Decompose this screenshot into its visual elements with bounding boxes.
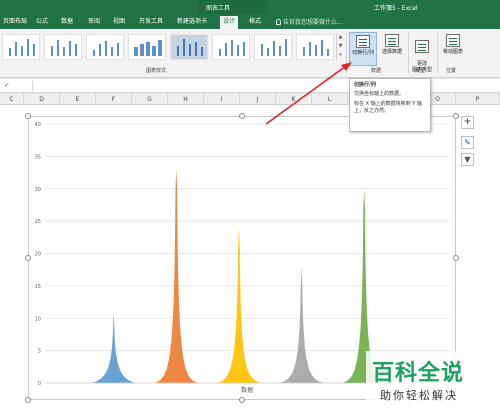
chart-style-thumb[interactable] — [128, 34, 166, 60]
column-header[interactable]: P — [456, 94, 500, 105]
watermark: 百科全说 助你轻松解决 — [366, 351, 496, 411]
tab-developer[interactable]: 开发工具 — [136, 16, 166, 28]
area-series-1[interactable] — [89, 311, 138, 383]
formula-input[interactable] — [32, 81, 350, 91]
x-axis-label: 数据 — [241, 386, 253, 394]
chart-filter-icon[interactable]: ▼ — [461, 153, 474, 166]
move-chart-icon — [446, 34, 460, 47]
scroll-down-icon[interactable]: ▼ — [337, 42, 344, 51]
switch-row-column-label: 切换行/列 — [352, 50, 374, 56]
tooltip-title: 切换行/列 — [354, 82, 376, 88]
column-header[interactable]: I — [204, 94, 240, 105]
select-data-label: 选择数据 — [381, 49, 402, 55]
group-separator — [408, 33, 409, 73]
ribbon-body: ▲ ▼ ▾ 图表样式 切换行/列 选择数据 数据 更改 图表类型 类型 移动图表… — [0, 29, 500, 78]
switch-row-column-tooltip: 切换行/列 交换坐标轴上的数据。 标在 X 轴上的数据将移到 Y 轴上，反之亦然… — [349, 78, 431, 132]
tab-page-layout[interactable]: 页面布局 — [0, 16, 30, 28]
chart-style-thumb[interactable] — [44, 34, 82, 60]
excel-window: 图表工具 工作簿5 - Excel 页面布局 公式 数据 审阅 视图 开发工具 … — [0, 0, 500, 416]
select-data-icon — [385, 34, 399, 47]
area-series-4[interactable] — [277, 266, 326, 383]
tell-me-box[interactable]: 告诉我您想要做什么... — [276, 17, 343, 26]
tab-format[interactable]: 格式 — [246, 16, 264, 28]
tab-new-tab[interactable]: 新建选项卡 — [174, 16, 210, 28]
chart-elements-plus-icon[interactable]: + — [461, 116, 474, 129]
column-header[interactable]: H — [168, 94, 204, 105]
y-tick-label: 10 — [35, 316, 41, 322]
switch-row-column-button[interactable]: 切换行/列 — [349, 32, 377, 66]
watermark-subtitle: 助你轻松解决 — [380, 389, 458, 402]
y-tick-label: 35 — [35, 154, 41, 160]
chart-styles-group-label: 图表样式 — [146, 68, 167, 74]
column-header[interactable]: D — [24, 94, 60, 105]
column-header[interactable]: K — [276, 94, 312, 105]
resize-handle[interactable] — [25, 397, 31, 403]
title-bar: 图表工具 工作簿5 - Excel — [0, 0, 500, 14]
y-tick-label: 0 — [38, 381, 41, 387]
resize-handle[interactable] — [25, 113, 31, 119]
y-tick-label: 15 — [35, 284, 41, 290]
resize-handle[interactable] — [453, 113, 459, 119]
more-styles-icon[interactable]: ▾ — [337, 51, 344, 60]
y-tick-label: 30 — [35, 187, 41, 193]
tab-design[interactable]: 设计 — [220, 16, 239, 29]
move-chart-label: 移动图表 — [442, 49, 463, 55]
tooltip-line: 交换坐标轴上的数据。 — [354, 91, 405, 97]
chart-styles-gallery — [0, 32, 338, 65]
tell-me-text: 告诉我您想要做什么... — [283, 19, 343, 26]
tab-view[interactable]: 视图 — [110, 16, 128, 28]
resize-handle[interactable] — [239, 113, 245, 119]
resize-handle[interactable] — [25, 255, 31, 261]
data-group-label: 数据 — [371, 68, 382, 74]
column-header[interactable]: C — [0, 94, 24, 105]
chart-style-thumb[interactable] — [296, 34, 334, 60]
enter-check-icon[interactable]: ✓ — [4, 81, 10, 89]
document-title: 工作簿5 - Excel — [374, 5, 418, 12]
chart-style-thumb[interactable] — [86, 34, 124, 60]
y-tick-label: 25 — [35, 219, 41, 225]
chart-tools-label: 图表工具 — [206, 5, 231, 12]
resize-handle[interactable] — [453, 255, 459, 261]
y-tick-label: 20 — [35, 252, 41, 258]
switch-row-column-icon — [356, 35, 370, 48]
select-data-button[interactable]: 选择数据 — [379, 32, 405, 66]
type-group-label: 类型 — [415, 68, 426, 74]
chart-style-thumb[interactable] — [2, 34, 40, 60]
group-separator — [437, 33, 438, 73]
tooltip-line: 标在 X 轴上的数据将移到 Y 轴上，反之亦然。 — [354, 101, 422, 114]
ribbon-tabs: 页面布局 公式 数据 审阅 视图 开发工具 新建选项卡 设计 格式 告诉我您想要… — [0, 14, 500, 29]
column-header[interactable]: G — [132, 94, 168, 105]
y-tick-label: 40 — [35, 122, 41, 128]
chart-styles-brush-icon[interactable]: ✎ — [461, 136, 474, 149]
resize-handle[interactable] — [239, 397, 245, 403]
y-tick-label: 5 — [38, 349, 41, 355]
area-series-3[interactable] — [214, 227, 263, 383]
column-header[interactable]: E — [60, 94, 96, 105]
change-chart-type-icon — [415, 40, 429, 53]
group-separator — [346, 33, 347, 73]
move-chart-button[interactable]: 移动图表 — [440, 32, 466, 66]
lightbulb-icon — [276, 19, 281, 25]
chart-style-thumb[interactable] — [254, 34, 292, 60]
column-header[interactable]: J — [240, 94, 276, 105]
tab-data[interactable]: 数据 — [58, 16, 76, 28]
tab-formulas[interactable]: 公式 — [33, 16, 51, 28]
location-group-label: 位置 — [446, 68, 457, 74]
chart-style-thumb[interactable] — [170, 34, 208, 60]
column-header[interactable]: F — [96, 94, 132, 105]
gallery-scroll[interactable]: ▲ ▼ ▾ — [336, 33, 344, 61]
chart-style-thumb[interactable] — [212, 34, 250, 60]
column-header[interactable]: L — [312, 94, 348, 105]
watermark-title: 百科全说 — [372, 361, 465, 386]
change-chart-type-button[interactable]: 更改 图表类型 — [410, 32, 434, 73]
tab-review[interactable]: 审阅 — [85, 16, 103, 28]
scroll-up-icon[interactable]: ▲ — [337, 33, 344, 42]
